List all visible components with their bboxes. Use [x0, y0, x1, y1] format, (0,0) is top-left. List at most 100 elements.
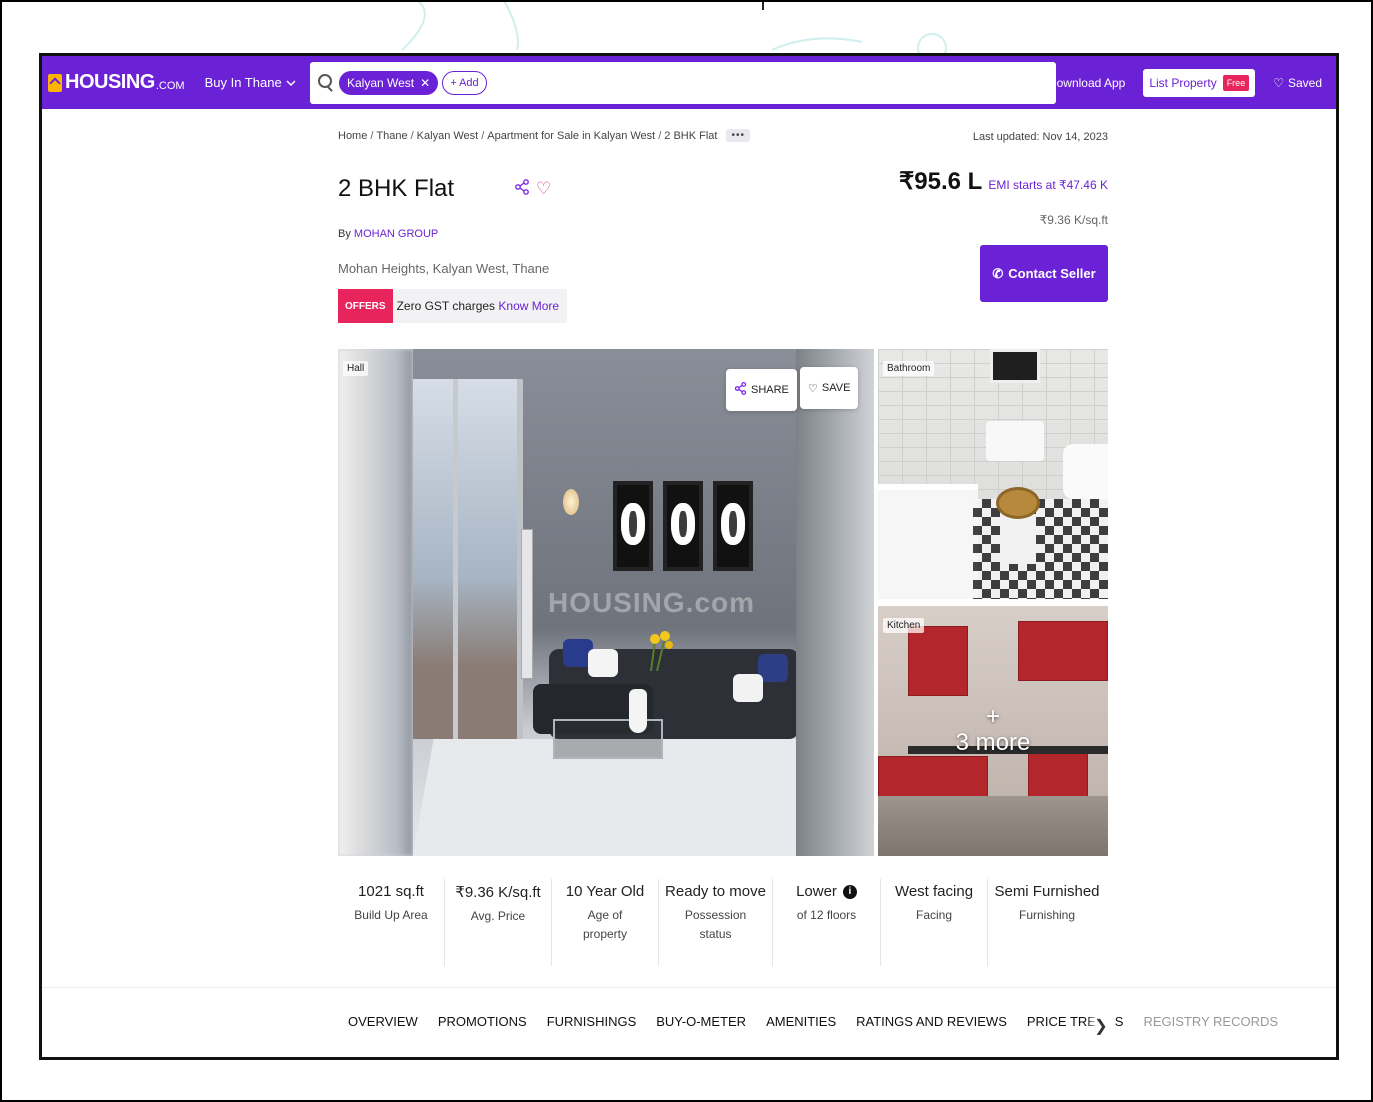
breadcrumb-item[interactable]: Home — [338, 130, 367, 142]
photo-door — [521, 529, 533, 679]
photo-bathtub — [878, 484, 978, 599]
photo-label-bathroom: Bathroom — [883, 361, 935, 376]
property-location: Mohan Heights, Kalyan West, Thane — [338, 261, 550, 276]
list-property-button[interactable]: List Property Free — [1143, 68, 1256, 97]
photo-sink — [1063, 444, 1108, 499]
download-app-link[interactable]: Download App — [1035, 75, 1126, 90]
share-icon[interactable] — [514, 179, 530, 200]
add-locality-button[interactable]: + Add — [442, 71, 487, 95]
photo-wall-art — [613, 481, 653, 571]
tab-overview[interactable]: OVERVIEW — [348, 1014, 418, 1029]
tab-ratings-and-reviews[interactable]: RATINGS AND REVIEWS — [856, 1014, 1007, 1029]
stat-value: Ready to move — [665, 883, 766, 900]
stat-value: 1021 sq.ft — [358, 883, 424, 900]
photo-pillow — [733, 674, 763, 702]
photo-watermark: HOUSING.com — [548, 587, 756, 618]
tab-amenities[interactable]: AMENITIES — [766, 1014, 836, 1029]
bathroom-photo[interactable]: Bathroom — [878, 349, 1108, 599]
offer-tag: OFFERS — [338, 289, 393, 323]
photo-window — [413, 379, 523, 739]
save-button-label: SAVE — [821, 382, 851, 394]
photo-gallery: HOUSING.com Hall SHARE ♡ SAVE Bathroom K… — [338, 349, 1108, 856]
close-icon[interactable]: ✕ — [420, 76, 430, 90]
last-updated: Last updated: Nov 14, 2023 — [972, 131, 1108, 143]
info-icon[interactable]: i — [842, 884, 857, 899]
breadcrumb-more-button[interactable]: ••• — [726, 129, 750, 142]
stat-value: 10 Year Old — [565, 883, 645, 900]
heart-icon: ♡ — [808, 382, 818, 395]
photo-vase — [629, 689, 647, 733]
list-property-label: List Property — [1149, 75, 1217, 90]
photo-flowers — [650, 631, 673, 671]
breadcrumb-item[interactable]: Apartment for Sale in Kalyan West — [487, 130, 655, 142]
heart-icon[interactable]: ♡ — [536, 179, 551, 200]
breadcrumb-item[interactable]: Thane — [376, 130, 407, 142]
stat-value: ₹9.36 K/sq.ft — [455, 884, 541, 901]
photo-wall-art — [713, 481, 753, 571]
housing-logo[interactable]: HOUSING .COM — [48, 71, 185, 94]
section-tabs-bar: OVERVIEW PROMOTIONS FURNISHINGS BUY-O-ME… — [42, 987, 1336, 1057]
top-navbar: HOUSING .COM Buy In Thane Kalyan West ✕ … — [42, 56, 1336, 109]
stat-age: 10 Year Old Age of property — [552, 879, 659, 966]
share-button-label: SHARE — [751, 384, 789, 396]
kitchen-photo[interactable]: Kitchen + 3 more — [878, 606, 1108, 856]
know-more-link[interactable]: Know More — [498, 299, 559, 313]
breadcrumb-separator: / — [481, 129, 485, 142]
price-block: ₹95.6 L EMI starts at ₹47.46 K — [899, 167, 1108, 196]
share-icon — [734, 381, 747, 398]
locality-chip-label: Kalyan West — [347, 76, 415, 90]
stat-label: Furnishing — [1018, 908, 1076, 922]
breadcrumb-separator: / — [370, 129, 374, 142]
stat-label: Age of property — [582, 908, 628, 941]
phone-icon — [1035, 75, 1044, 90]
stat-avg-price: ₹9.36 K/sq.ft Avg. Price — [445, 879, 552, 966]
photo-pillow — [588, 649, 618, 677]
breadcrumb-item: 2 BHK Flat — [664, 129, 718, 142]
download-app-label: Download App — [1047, 75, 1126, 90]
tab-registry-records[interactable]: REGISTRY RECORDS — [1143, 1014, 1278, 1029]
city-selector[interactable]: Buy In Thane — [205, 75, 296, 90]
builder-byline: By MOHAN GROUP — [338, 228, 438, 240]
share-button[interactable]: SHARE — [726, 369, 797, 411]
tab-buy-o-meter[interactable]: BUY-O-METER — [656, 1014, 746, 1029]
stat-value: West facing — [894, 883, 974, 900]
builder-link[interactable]: MOHAN GROUP — [354, 228, 438, 240]
chevron-down-icon — [286, 75, 296, 90]
stat-label: Possession status — [684, 908, 747, 941]
stat-possession: Ready to move Possession status — [659, 879, 773, 966]
saved-label: Saved — [1287, 75, 1322, 90]
price-value: ₹95.6 L — [899, 168, 983, 195]
stat-value: Lower — [796, 883, 837, 900]
search-icon — [318, 74, 332, 88]
logo-text: HOUSING — [65, 71, 155, 93]
by-label: By — [338, 228, 351, 240]
more-photos-label: 3 more — [955, 729, 1031, 756]
home-logo-icon — [48, 73, 62, 92]
photo-label-hall: Hall — [343, 361, 369, 376]
photo-blur-left — [338, 349, 413, 856]
price-per-sqft: ₹9.36 K/sq.ft — [1039, 213, 1108, 227]
breadcrumb-item[interactable]: Kalyan West — [417, 130, 479, 142]
photo-floor-mat — [973, 499, 1108, 599]
tab-furnishings[interactable]: FURNISHINGS — [547, 1014, 637, 1029]
saved-link[interactable]: ♡ Saved — [1273, 76, 1322, 90]
browser-frame: HOUSING .COM Buy In Thane Kalyan West ✕ … — [39, 53, 1339, 1060]
photo-toilet-tank — [986, 421, 1044, 461]
tab-promotions[interactable]: PROMOTIONS — [438, 1014, 527, 1029]
locality-chip[interactable]: Kalyan West ✕ — [339, 71, 439, 95]
plus-icon: + — [985, 703, 1000, 730]
main-photo[interactable]: HOUSING.com Hall SHARE ♡ SAVE — [338, 349, 874, 856]
emi-link[interactable]: EMI starts at ₹47.46 K — [988, 178, 1108, 192]
background-divider — [762, 2, 764, 10]
stat-value-row: Lower i — [779, 883, 874, 900]
stat-label: Build Up Area — [354, 908, 428, 922]
save-button[interactable]: ♡ SAVE — [800, 367, 859, 409]
header-actions: Download App List Property Free ♡ Saved — [1035, 56, 1322, 109]
living-room-photo: HOUSING.com — [413, 349, 796, 856]
search-bar[interactable]: Kalyan West ✕ + Add — [310, 62, 1056, 104]
chevron-right-icon[interactable]: ❯ — [1087, 988, 1115, 1057]
contact-seller-button[interactable]: ✆ Contact Seller — [980, 245, 1108, 302]
more-photos-overlay[interactable]: + 3 more — [878, 606, 1108, 856]
stat-facing: West facing Facing — [881, 879, 988, 966]
offer-banner: OFFERS Zero GST charges Know More — [338, 289, 568, 323]
